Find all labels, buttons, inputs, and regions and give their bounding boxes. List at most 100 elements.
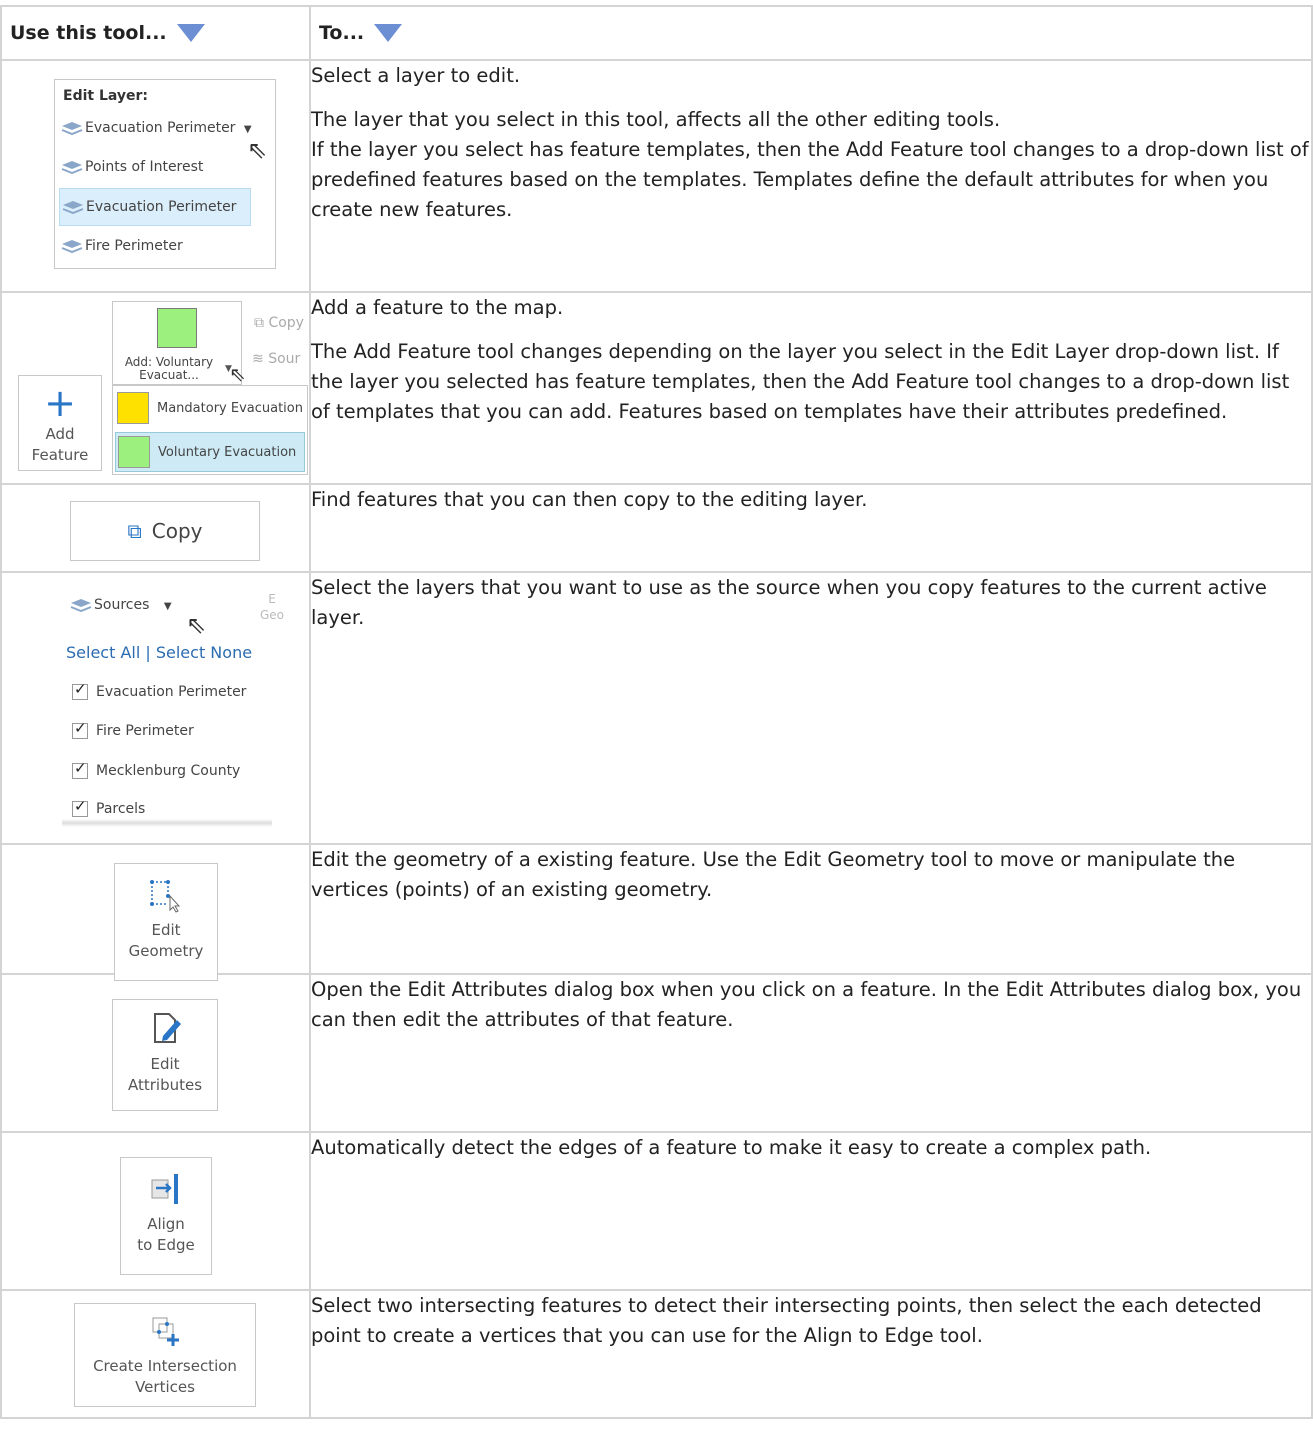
table-row: Edit Attributes Open the Edit Attributes…: [0, 973, 1313, 1133]
align-to-edge-label: Align: [147, 1215, 185, 1233]
checkbox-icon[interactable]: [72, 797, 88, 817]
template-list: Mandatory Evacuation Voluntary Evacuatio…: [112, 385, 308, 475]
dropdown-arrow-icon[interactable]: ▼: [164, 601, 172, 612]
copy-button[interactable]: ⧉ Copy: [70, 501, 260, 561]
edit-layer-description: Select a layer to edit. The layer that y…: [309, 59, 1313, 293]
add-feature-label-1: Add: [45, 425, 75, 443]
dropdown-arrow-icon[interactable]: ▼: [244, 124, 252, 135]
source-item[interactable]: Mecklenburg County: [72, 759, 241, 779]
select-all-link[interactable]: Select All: [66, 643, 140, 662]
desc-text: If the layer you select has feature temp…: [311, 138, 1309, 221]
table-row: Edit Geometry Edit the geometry of a exi…: [0, 843, 1313, 981]
copy-icon: ⧉: [127, 519, 142, 543]
layer-item-selected[interactable]: Evacuation Perimeter: [59, 188, 251, 226]
sources-dropdown[interactable]: Sources ▼: [70, 597, 172, 613]
edit-attributes-tool-cell: Edit Attributes: [0, 973, 311, 1133]
source-item[interactable]: Parcels: [72, 797, 145, 817]
edit-attributes-label: Edit: [150, 1055, 180, 1073]
edit-layer-title: Edit Layer:: [63, 88, 149, 104]
align-to-edge-label: to Edge: [137, 1236, 195, 1254]
table-row: Edit Layer: Evacuation Perimeter ▼ ⇖ Poi…: [0, 59, 1313, 293]
add-feature-label-2: Feature: [31, 446, 89, 464]
swatch-icon: [118, 436, 150, 468]
layers-icon: [62, 201, 84, 214]
sources-label: Sour: [268, 351, 301, 367]
table-row: + Add Feature Add: Voluntary Evacuat... ▼…: [0, 291, 1313, 485]
edit-layer-selected-label: Evacuation Perimeter: [85, 120, 236, 136]
sort-arrow-icon[interactable]: [374, 24, 403, 42]
desc-column-header[interactable]: To...: [309, 5, 1313, 61]
edit-geometry-label: Geometry: [128, 942, 204, 960]
align-to-edge-tool-cell: Align to Edge: [0, 1131, 311, 1291]
create-intersection-vertices-button[interactable]: Create Intersection Vertices: [74, 1303, 256, 1407]
template-item-label: Voluntary Evacuation: [158, 445, 297, 460]
edit-layer-selected[interactable]: Evacuation Perimeter ▼: [61, 120, 252, 136]
copy-label: Copy: [268, 315, 304, 331]
template-item-selected[interactable]: Voluntary Evacuation: [115, 432, 305, 472]
edit-geometry-icon: [150, 880, 181, 913]
cursor-icon: ⇖: [186, 611, 207, 639]
edit-geometry-description: Edit the geometry of a existing feature.…: [309, 843, 1313, 975]
edit-geometry-tool-cell: Edit Geometry: [0, 843, 311, 981]
copy-button-partial[interactable]: ⧉ Copy: [254, 315, 304, 331]
desc-text: The layer that you select in this tool, …: [311, 108, 1001, 131]
layers-icon: [61, 122, 83, 135]
edit-geometry-button[interactable]: Edit Geometry: [114, 863, 218, 981]
desc-text: Open the Edit Attributes dialog box when…: [311, 978, 1302, 1031]
template-picker[interactable]: Add: Voluntary Evacuat... ▼ ⇖: [112, 301, 246, 386]
checkbox-icon[interactable]: [72, 759, 88, 779]
table-row: ⧉ Copy Find features that you can then co…: [0, 483, 1313, 573]
checkbox-icon[interactable]: [72, 719, 88, 739]
create-intersection-description: Select two intersecting features to dete…: [309, 1289, 1313, 1419]
layer-item[interactable]: Fire Perimeter: [61, 238, 183, 254]
select-none-link[interactable]: Select None: [156, 643, 252, 662]
link-separator: |: [145, 643, 151, 662]
edit-geometry-label: Edit: [151, 921, 181, 939]
copy-description: Find features that you can then copy to …: [309, 483, 1313, 573]
checkbox-icon[interactable]: [72, 680, 88, 700]
source-item[interactable]: Evacuation Perimeter: [72, 680, 247, 700]
align-to-edge-description: Automatically detect the edges of a feat…: [309, 1131, 1313, 1291]
source-item[interactable]: Fire Perimeter: [72, 719, 194, 739]
desc-text: Find features that you can then copy to …: [311, 488, 868, 511]
layers-icon: [70, 599, 92, 612]
edit-attributes-button[interactable]: Edit Attributes: [112, 999, 218, 1111]
layer-item-label: Points of Interest: [85, 159, 204, 175]
create-intersection-tool-cell: Create Intersection Vertices: [0, 1289, 311, 1419]
add-feature-button[interactable]: + Add Feature: [18, 375, 102, 471]
table-row: Align to Edge Automatically detect the e…: [0, 1131, 1313, 1291]
select-links: Select All | Select None: [66, 643, 252, 662]
swatch-icon: [117, 392, 149, 424]
layer-item[interactable]: Points of Interest: [61, 159, 203, 175]
desc-text: Automatically detect the edges of a feat…: [311, 1136, 1152, 1159]
tool-column-header[interactable]: Use this tool...: [0, 5, 311, 61]
layers-icon: [61, 161, 83, 174]
source-item-label: Evacuation Perimeter: [96, 684, 247, 700]
cursor-icon: ⇖: [229, 362, 246, 386]
create-intersection-icon: [152, 1317, 179, 1346]
layers-icon: ≋: [252, 351, 264, 367]
template-item[interactable]: Mandatory Evacuation: [117, 390, 303, 426]
layer-item-label: Fire Perimeter: [85, 238, 183, 254]
desc-text: Select a layer to edit.: [311, 64, 521, 87]
template-dropdown-line: Evacuat...: [139, 368, 199, 382]
sources-tool-cell: Sources ▼ ⇖ E Geo Select All | Select Non…: [0, 571, 311, 845]
edit-layer-tool-cell: Edit Layer: Evacuation Perimeter ▼ ⇖ Poi…: [0, 59, 311, 293]
copy-label: Copy: [151, 519, 203, 543]
desc-text: The Add Feature tool changes depending o…: [311, 340, 1290, 423]
template-swatch: [157, 308, 197, 348]
partial-label: Geo: [260, 608, 285, 622]
layers-icon: [61, 240, 83, 253]
table-row: Sources ▼ ⇖ E Geo Select All | Select Non…: [0, 571, 1313, 845]
edit-attributes-description: Open the Edit Attributes dialog box when…: [309, 973, 1313, 1133]
tools-page: Use this tool... To... Edit Layer: Evacu…: [0, 0, 1313, 1449]
sort-arrow-icon[interactable]: [176, 24, 205, 42]
create-intersection-label: Create Intersection: [93, 1357, 237, 1375]
sources-button-partial[interactable]: ≋ Sour: [252, 351, 300, 367]
edit-geometry-partial: E Geo: [260, 591, 284, 623]
tools-table: Use this tool... To... Edit Layer: Evacu…: [0, 5, 1313, 1419]
copy-icon: ⧉: [254, 315, 264, 331]
align-to-edge-button[interactable]: Align to Edge: [120, 1157, 212, 1275]
create-intersection-label: Vertices: [135, 1378, 195, 1396]
source-item-label: Mecklenburg County: [96, 763, 241, 779]
